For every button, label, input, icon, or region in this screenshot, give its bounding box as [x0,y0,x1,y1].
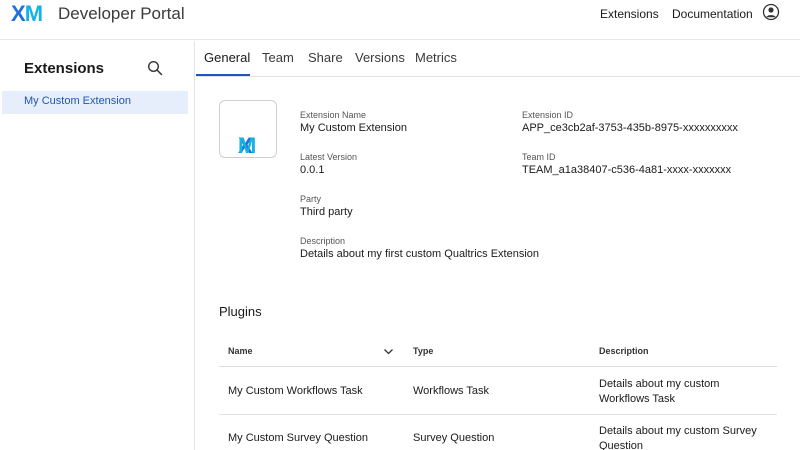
column-header-description: Description [599,346,649,356]
logo-m: M [24,1,43,26]
table-row[interactable]: My Custom Survey Question Survey Questio… [219,415,777,450]
user-circle-icon[interactable] [762,3,780,21]
column-header-name[interactable]: Name [228,346,253,356]
extension-id-value: APP_ce3cb2af-3753-435b-8975-xxxxxxxxxx [522,122,738,134]
tab-bar: General Team Share Versions Metrics [196,41,800,77]
description-value: Details about my first custom Qualtrics … [300,248,540,260]
xm-logo[interactable]: XM [11,1,43,27]
chevron-down-icon[interactable] [383,346,394,357]
nav-documentation-link[interactable]: Documentation [672,7,753,21]
tab-team[interactable]: Team [262,50,294,65]
latest-version-value: 0.0.1 [300,164,325,176]
ext-logo-m: M [238,133,256,158]
tab-share[interactable]: Share [308,50,343,65]
latest-version-label: Latest Version [300,152,358,162]
plugin-type: Workflows Task [413,385,490,397]
sidebar: Extensions My Custom Extension [0,41,195,450]
plugin-name: My Custom Workflows Task [228,385,363,397]
tab-metrics[interactable]: Metrics [415,50,457,65]
active-tab-indicator [196,74,250,76]
extension-name-value: My Custom Extension [300,122,407,134]
nav-extensions-link[interactable]: Extensions [600,7,659,21]
extension-id-label: Extension ID [522,110,574,120]
description-label: Description [300,236,346,246]
sidebar-item-label: My Custom Extension [24,95,131,107]
plugin-name: My Custom Survey Question [228,432,368,444]
column-header-type: Type [413,346,434,356]
top-bar: XM Developer Portal Extensions Documenta… [0,0,800,40]
plugins-title: Plugins [219,304,262,319]
plugin-type: Survey Question [413,432,495,444]
search-icon[interactable] [147,60,163,76]
portal-title: Developer Portal [58,4,185,23]
extension-name-label: Extension Name [300,110,367,120]
tab-versions[interactable]: Versions [355,50,405,65]
tab-general[interactable]: General [204,50,250,65]
logo-x: X [11,1,26,26]
sidebar-title: Extensions [24,60,105,77]
table-row[interactable]: My Custom Workflows Task Workflows Task … [219,368,777,415]
party-value: Third party [300,206,353,218]
table-header: Name Type Description [219,338,777,367]
extension-logo: XM [219,100,277,158]
plugin-description: Details about my custom Survey Question [599,425,757,450]
sidebar-item-my-custom-extension[interactable]: My Custom Extension [2,91,188,114]
team-id-value: TEAM_a1a38407-c536-4a81-xxxx-xxxxxxx [522,164,732,176]
plugin-description: Details about my custom Workflows Task [599,378,720,405]
party-label: Party [300,194,322,204]
team-id-label: Team ID [522,152,556,162]
